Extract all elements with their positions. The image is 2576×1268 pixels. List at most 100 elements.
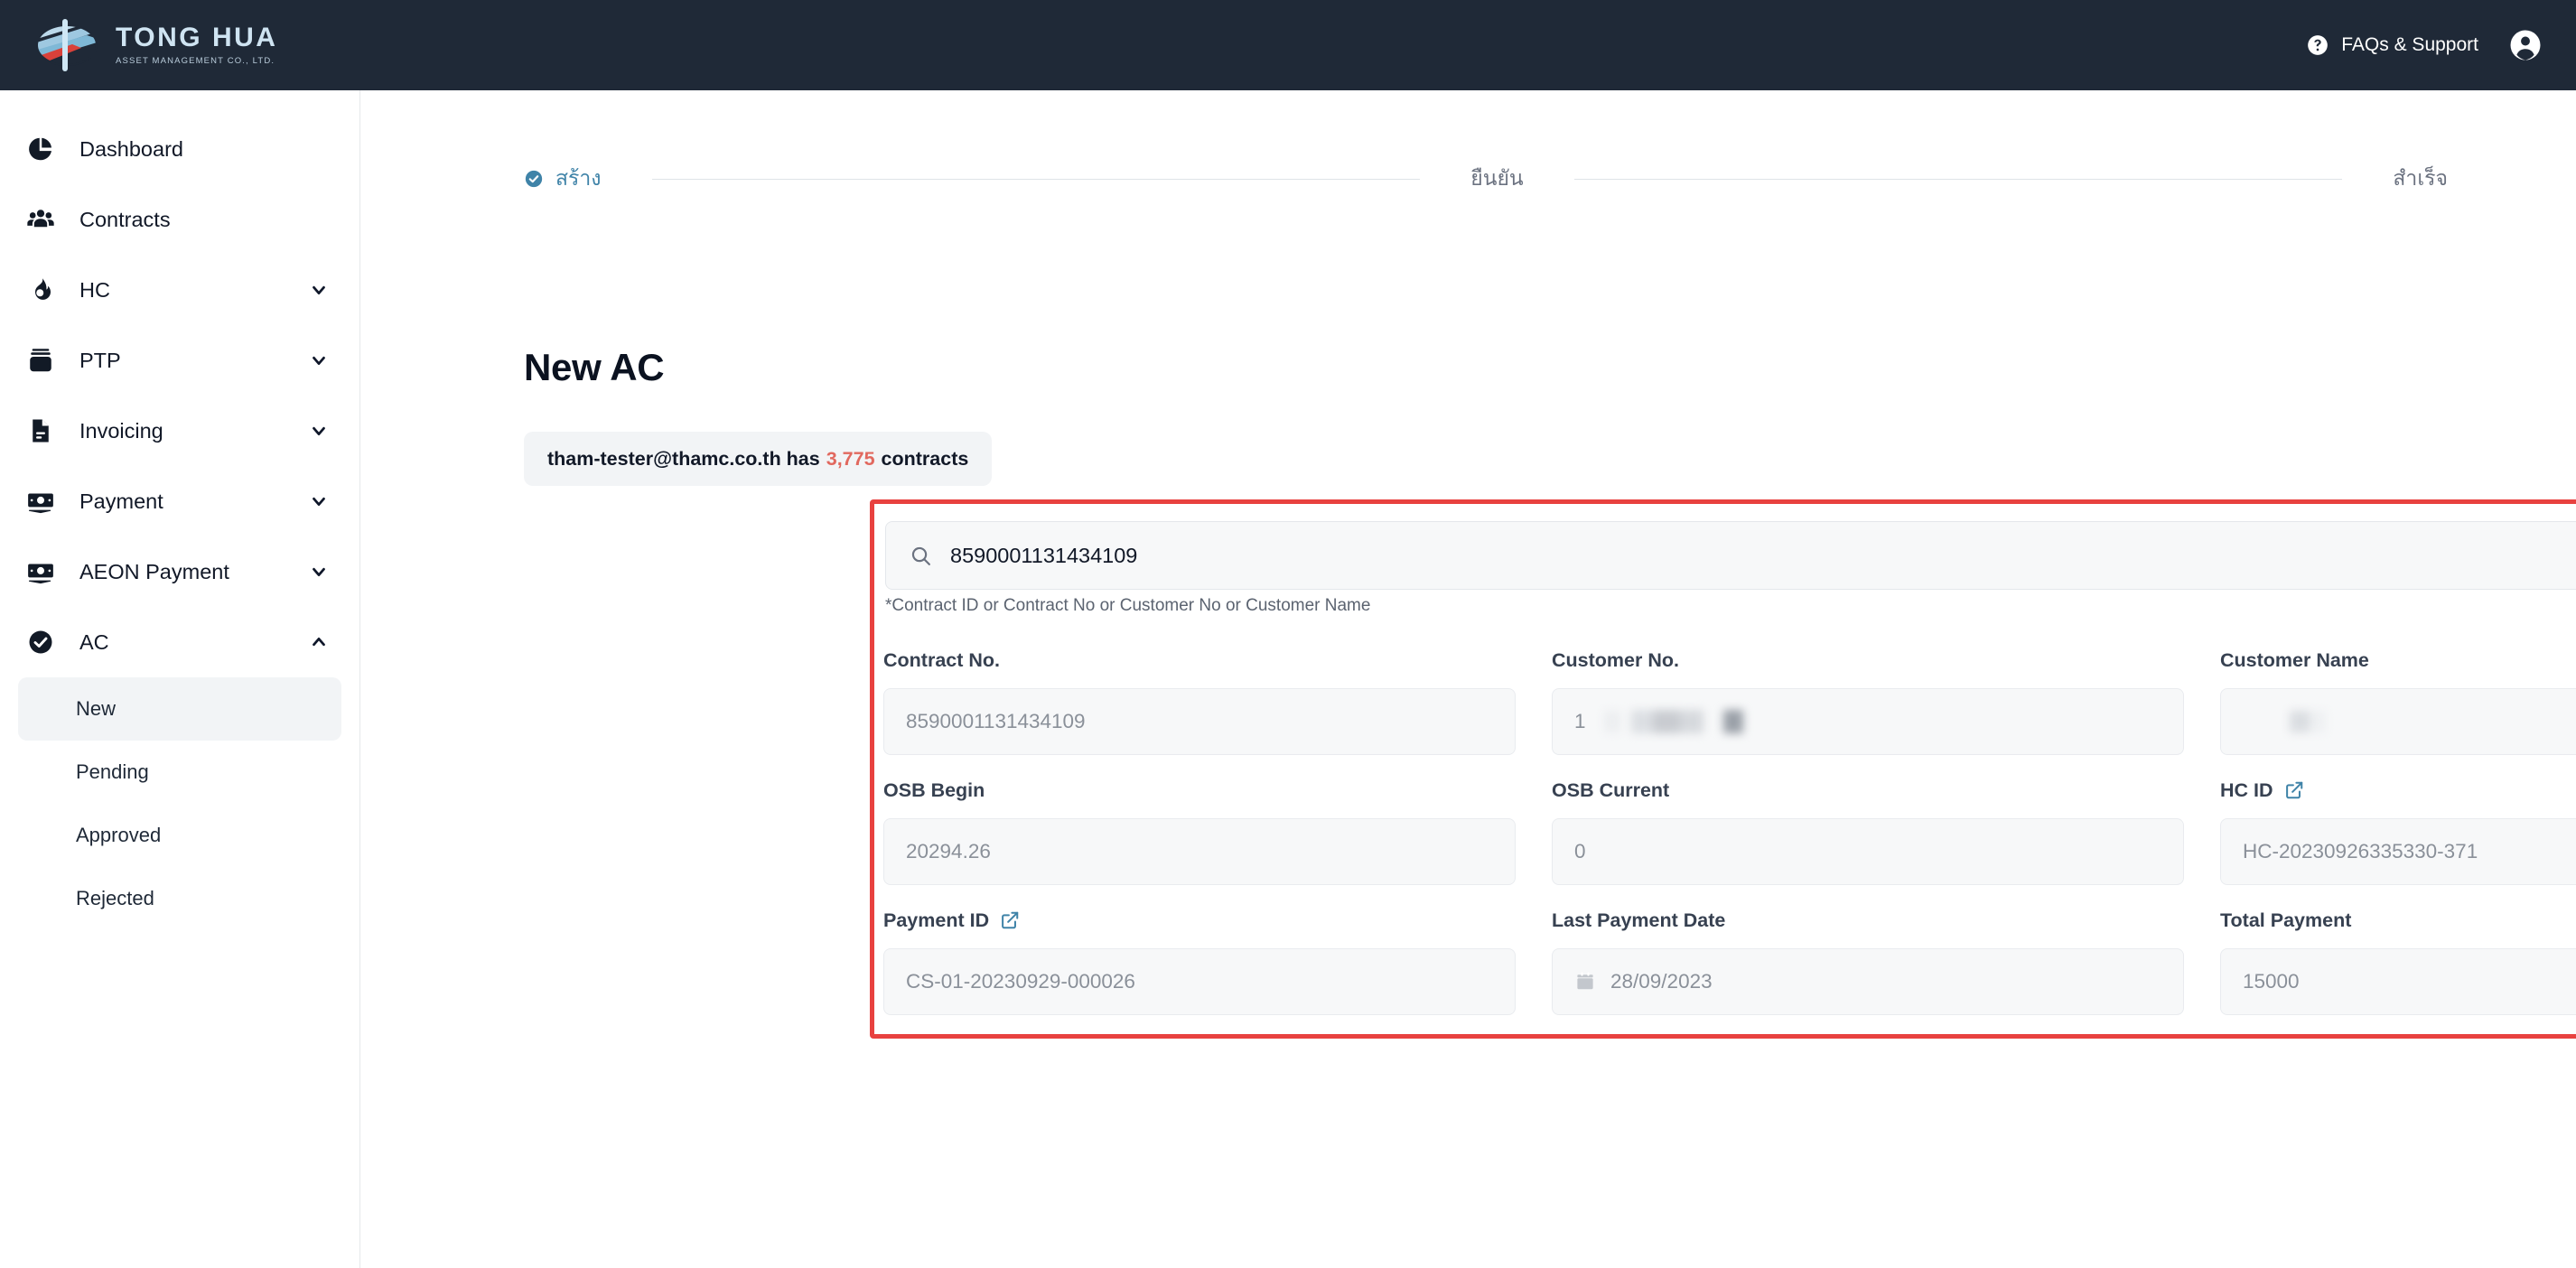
account-circle-icon [2509, 29, 2542, 61]
brand-logo[interactable]: TONG HUA ASSET MANAGEMENT CO., LTD. [33, 17, 277, 73]
subnav-label: New [76, 697, 117, 720]
check-circle-icon [524, 169, 544, 189]
sidebar-item-ac[interactable]: AC [0, 607, 359, 677]
stepper-connector [1573, 178, 2343, 180]
field-value: 8590001131434109 [906, 710, 1086, 732]
banknote-icon [20, 487, 61, 516]
osb-current-input[interactable]: 0 [1552, 818, 2184, 885]
main-content: สร้าง ยืนยัน สำเร็จ New AC tham-tester@t… [361, 90, 2576, 1268]
field-value: 15000 [2243, 970, 2300, 993]
contract-count-suffix: contracts [881, 447, 969, 470]
customer-no-input[interactable]: 1 [1552, 688, 2184, 755]
contract-count-prefix: tham-tester@thamc.co.th has [547, 447, 820, 470]
sidebar-item-hc[interactable]: HC [0, 255, 359, 325]
chevron-down-icon[interactable] [309, 350, 329, 370]
field-label-text: Customer Name [2220, 648, 2369, 671]
field-label-text: OSB Begin [883, 779, 985, 801]
field-label-text: OSB Current [1552, 779, 1670, 801]
sidebar-item-aeon-payment[interactable]: AEON Payment [0, 536, 359, 607]
chevron-down-icon[interactable] [309, 280, 329, 300]
payment-id-input[interactable]: CS-01-20230929-000026 [883, 948, 1516, 1015]
field-label: Payment ID [883, 907, 1516, 934]
sidebar-item-invoicing[interactable]: Invoicing [0, 396, 359, 466]
sidebar-item-payment[interactable]: Payment [0, 466, 359, 536]
search-container [885, 521, 2576, 590]
top-header-bar: TONG HUA ASSET MANAGEMENT CO., LTD. FAQs… [0, 0, 2576, 90]
page-title: New AC [524, 346, 665, 388]
field-label: OSB Begin [883, 777, 1516, 804]
sidebar-item-label: Dashboard [79, 136, 183, 161]
field-label-text: Total Payment [2220, 909, 2352, 931]
field-osb-begin: OSB Begin 20294.26 [883, 777, 1516, 885]
redacted-value [1603, 710, 1743, 733]
field-value: HC-20230926335330-371 [2243, 840, 2478, 862]
contract-form-grid: Contract No. 8590001131434109 Customer N… [883, 647, 2576, 1015]
sidebar-item-ac-new[interactable]: New [18, 677, 341, 741]
field-customer-no: Customer No. 1 [1552, 647, 2184, 755]
chevron-up-icon[interactable] [309, 632, 329, 652]
step-label: ยืนยัน [1470, 166, 1524, 190]
field-label: Customer No. [1552, 647, 2184, 674]
sidebar-item-ac-pending[interactable]: Pending [18, 741, 341, 804]
document-icon [20, 417, 61, 444]
sidebar-item-label: PTP [79, 348, 121, 372]
box-icon [20, 347, 61, 374]
contract-count-banner: tham-tester@thamc.co.th has 3,775 contra… [524, 432, 993, 486]
step-confirm[interactable]: ยืนยัน [1470, 163, 1523, 195]
sidebar-navigation: Dashboard Contracts HC PTP Invoicing Pay… [0, 90, 360, 1268]
step-create[interactable]: สร้าง [524, 163, 602, 195]
subnav-label: Pending [76, 760, 149, 783]
step-label: สำเร็จ [2393, 166, 2449, 190]
field-value: 0 [1574, 840, 1586, 862]
chevron-down-icon[interactable] [309, 421, 329, 441]
sidebar-item-label: Payment [79, 489, 163, 513]
sidebar-item-ac-rejected[interactable]: Rejected [18, 867, 341, 930]
total-payment-input[interactable]: 15000 [2220, 948, 2576, 1015]
customer-name-input[interactable] [2220, 688, 2576, 755]
progress-stepper: สร้าง ยืนยัน สำเร็จ [524, 161, 2448, 197]
calendar-icon [1574, 971, 1596, 993]
external-link-icon[interactable] [2284, 780, 2304, 800]
sidebar-item-ptp[interactable]: PTP [0, 325, 359, 396]
field-label-text: Contract No. [883, 648, 1000, 671]
osb-begin-input[interactable]: 20294.26 [883, 818, 1516, 885]
sidebar-item-ac-approved[interactable]: Approved [18, 804, 341, 867]
sidebar-item-dashboard[interactable]: Dashboard [0, 114, 359, 184]
redacted-value [2290, 711, 2326, 732]
field-label-text: Last Payment Date [1552, 909, 1726, 931]
brand-subtitle: ASSET MANAGEMENT CO., LTD. [116, 56, 275, 66]
last-payment-date-input[interactable]: 28/09/2023 [1552, 948, 2184, 1015]
field-osb-current: OSB Current 0 [1552, 777, 2184, 885]
field-value: CS-01-20230929-000026 [906, 970, 1135, 993]
search-hint-text: *Contract ID or Contract No or Customer … [885, 596, 1371, 615]
field-hc-id: HC ID HC-20230926335330-371 [2220, 777, 2576, 885]
field-label-text: Customer No. [1552, 648, 1679, 671]
chevron-down-icon[interactable] [309, 562, 329, 582]
pie-chart-icon [20, 135, 61, 163]
brand-title: TONG HUA [116, 23, 278, 52]
search-icon [910, 545, 932, 567]
search-input[interactable] [950, 543, 2576, 568]
contract-no-input[interactable]: 8590001131434109 [883, 688, 1516, 755]
step-success[interactable]: สำเร็จ [2393, 163, 2448, 195]
stepper-connector [651, 178, 1421, 180]
field-total-payment: Total Payment 15000 [2220, 907, 2576, 1015]
hc-id-input[interactable]: HC-20230926335330-371 [2220, 818, 2576, 885]
field-value: 1 [1574, 710, 1586, 732]
user-avatar-button[interactable] [2509, 29, 2542, 61]
field-label: Total Payment [2220, 907, 2576, 934]
people-group-icon [20, 205, 61, 234]
external-link-icon[interactable] [1000, 910, 1020, 930]
fire-icon [20, 276, 61, 303]
faqs-support-link[interactable]: FAQs & Support [2306, 33, 2478, 57]
field-label: Contract No. [883, 647, 1516, 674]
search-field[interactable] [885, 521, 2576, 590]
sidebar-item-contracts[interactable]: Contracts [0, 184, 359, 255]
tong-hua-logo-icon [36, 19, 98, 71]
field-label-text: HC ID [2220, 779, 2273, 801]
chevron-down-icon[interactable] [309, 491, 329, 511]
field-label-text: Payment ID [883, 909, 990, 931]
field-label: Last Payment Date [1552, 907, 2184, 934]
help-circle-icon [2306, 33, 2329, 57]
check-circle-icon [20, 629, 61, 656]
